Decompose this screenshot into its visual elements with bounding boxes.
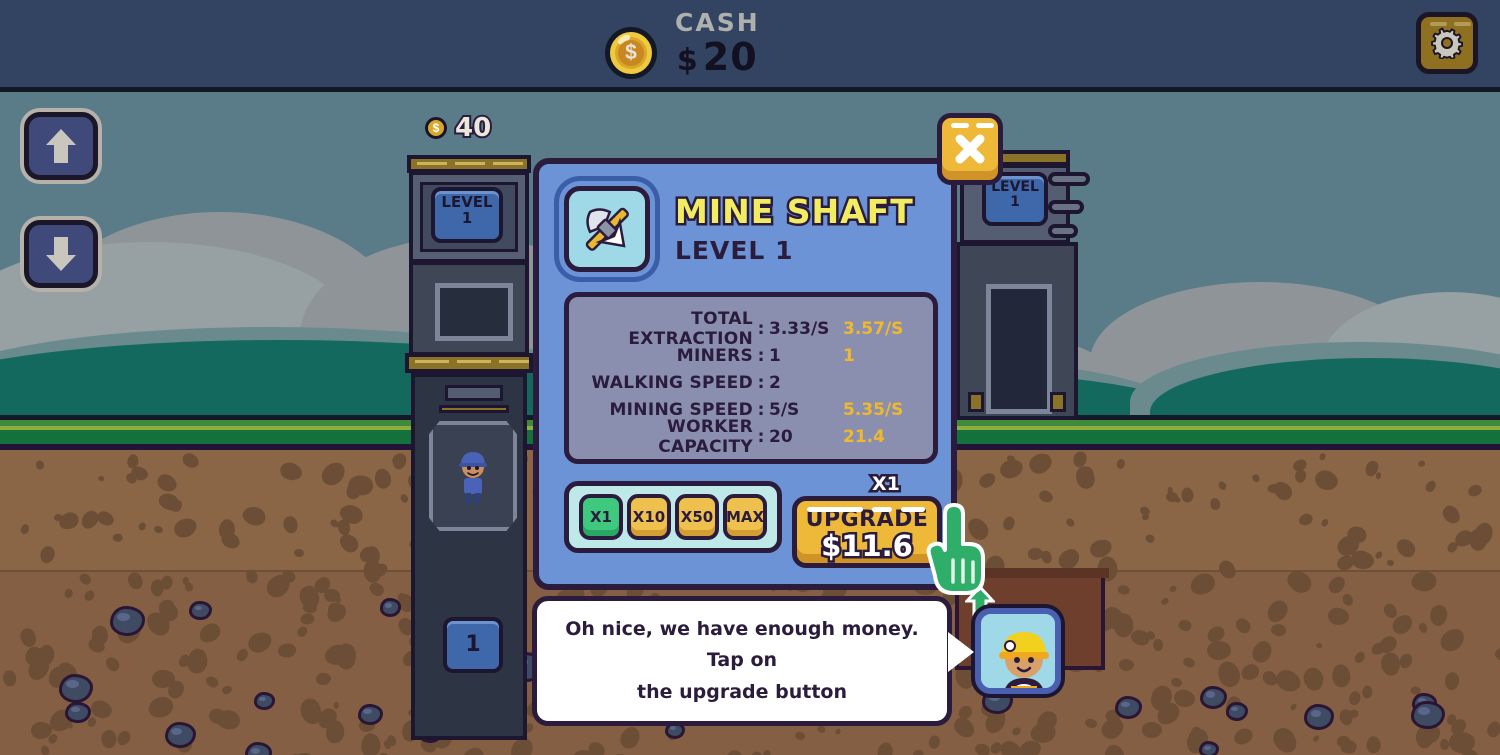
stat-label: WORKER CAPACITY xyxy=(658,417,753,457)
tutorial-line-2: the upgrade button xyxy=(636,680,847,703)
stat-value: 1 xyxy=(769,346,781,366)
tutorial-line-1: Oh nice, we have enough money. Tap on xyxy=(565,617,919,672)
multiplier-button-x1[interactable]: X1 xyxy=(579,494,623,540)
gold-counter: $ 40 xyxy=(425,111,493,145)
upgrade-button[interactable]: UPGRADE $11.6 xyxy=(792,496,942,568)
upgrade-multiplier-tag: X1 xyxy=(870,471,903,498)
stat-row: WALKING SPEED:2 xyxy=(569,372,933,394)
right-tower-body xyxy=(956,242,1078,420)
right-mine-tower: LEVEL 1 xyxy=(956,150,1092,420)
stat-separator: : xyxy=(757,373,765,393)
mine-shaft-icon-frame xyxy=(564,186,650,272)
arrow-down-icon xyxy=(46,237,76,271)
multiplier-button-x50[interactable]: X50 xyxy=(675,494,719,540)
miner-in-elevator-icon xyxy=(459,452,487,504)
pickaxe-icon xyxy=(583,207,631,251)
tower-foot xyxy=(1050,392,1066,412)
tower-foot xyxy=(968,392,984,412)
elevator-floor-number: 1 xyxy=(443,617,503,673)
tower-support-bar xyxy=(405,353,533,373)
stat-value: 3.33/S xyxy=(769,319,830,339)
multiplier-selector: X1 X10 X50 MAX xyxy=(564,481,782,553)
tower-pipe xyxy=(1048,200,1084,214)
close-dialog-button[interactable] xyxy=(937,113,1003,185)
close-icon xyxy=(955,134,985,164)
game-screen: LEVEL 1 1 LEVEL 1 $ CASH $ 20 $ 40 MINE … xyxy=(0,0,1500,755)
stat-label: MINERS xyxy=(676,346,753,366)
stat-label: WALKING SPEED xyxy=(591,373,753,393)
tutorial-text: Oh nice, we have enough money. Tap on th… xyxy=(563,614,921,708)
tutorial-hand-cursor xyxy=(925,500,987,596)
elevator-motor xyxy=(445,385,503,401)
multiplier-button-x10[interactable]: X10 xyxy=(627,494,671,540)
stat-next-value: 5.35/S xyxy=(843,400,904,420)
stat-separator: : xyxy=(757,319,765,339)
cash-display: $ CASH $20 xyxy=(605,8,760,79)
tower-pipe xyxy=(1048,224,1078,238)
dialog-title: MINE SHAFT xyxy=(673,190,916,234)
navigate-up-button[interactable] xyxy=(24,112,98,180)
tooltip-pointer xyxy=(948,632,974,672)
left-mine-tower: LEVEL 1 1 xyxy=(405,155,533,740)
settings-button[interactable] xyxy=(1416,12,1478,74)
arrow-up-icon xyxy=(46,129,76,163)
elevator-cabin xyxy=(429,421,517,531)
elevator-shaft: 1 xyxy=(411,373,527,740)
stat-value: 20 xyxy=(769,427,793,447)
stat-value: 5/S xyxy=(769,400,800,420)
tower-mid xyxy=(409,261,529,356)
stats-panel: TOTAL EXTRACTION:3.33/S 3.57/S MINERS:1 1 WA… xyxy=(564,292,938,464)
mine-entrance-door xyxy=(986,284,1052,414)
stat-row: TOTAL EXTRACTION:3.33/S 3.57/S xyxy=(569,309,933,349)
coin-dollar-symbol: $ xyxy=(618,39,644,66)
stat-separator: : xyxy=(757,400,765,420)
left-tower-level-value: 1 xyxy=(461,208,473,227)
stat-next-value: 21.4 xyxy=(843,427,885,447)
stat-value: 2 xyxy=(769,373,781,393)
cash-amount: $20 xyxy=(677,35,758,79)
left-tower-level-plate: LEVEL 1 xyxy=(431,187,503,243)
stat-row: MINERS:1 1 xyxy=(569,345,933,367)
cash-currency-symbol: $ xyxy=(676,43,699,78)
elevator-beam xyxy=(439,405,509,413)
stat-next-value: 3.57/S xyxy=(843,319,904,339)
stat-row: WORKER CAPACITY:20 21.4 xyxy=(569,417,933,457)
coin-icon: $ xyxy=(605,26,657,79)
upgrade-dialog: MINE SHAFT LEVEL 1 TOTAL EXTRACTION:3.33… xyxy=(533,158,957,590)
gold-coin-icon: $ xyxy=(425,117,447,139)
multiplier-button-max[interactable]: MAX xyxy=(723,494,767,540)
cash-label: CASH xyxy=(675,8,760,37)
miner-avatar xyxy=(975,608,1061,694)
upgrade-button-price: $11.6 xyxy=(819,526,916,565)
dialog-subtitle: LEVEL 1 xyxy=(675,236,794,265)
navigate-down-button[interactable] xyxy=(24,220,98,288)
stat-separator: : xyxy=(757,427,765,447)
tower-window xyxy=(435,283,513,341)
top-hud-bar: $ CASH $20 xyxy=(0,0,1500,92)
tower-pipe xyxy=(1048,172,1090,186)
gold-amount: 40 xyxy=(453,111,493,145)
stat-label: TOTAL EXTRACTION xyxy=(628,309,753,349)
gear-icon xyxy=(1431,27,1463,59)
cash-number: 20 xyxy=(702,35,758,79)
tutorial-tooltip: Oh nice, we have enough money. Tap on th… xyxy=(532,596,952,726)
stat-next-value: 1 xyxy=(843,346,855,366)
stats-list: TOTAL EXTRACTION:3.33/S 3.57/S MINERS:1 1 WA… xyxy=(569,297,933,457)
right-tower-level-value: 1 xyxy=(1010,193,1020,210)
stat-separator: : xyxy=(757,346,765,366)
